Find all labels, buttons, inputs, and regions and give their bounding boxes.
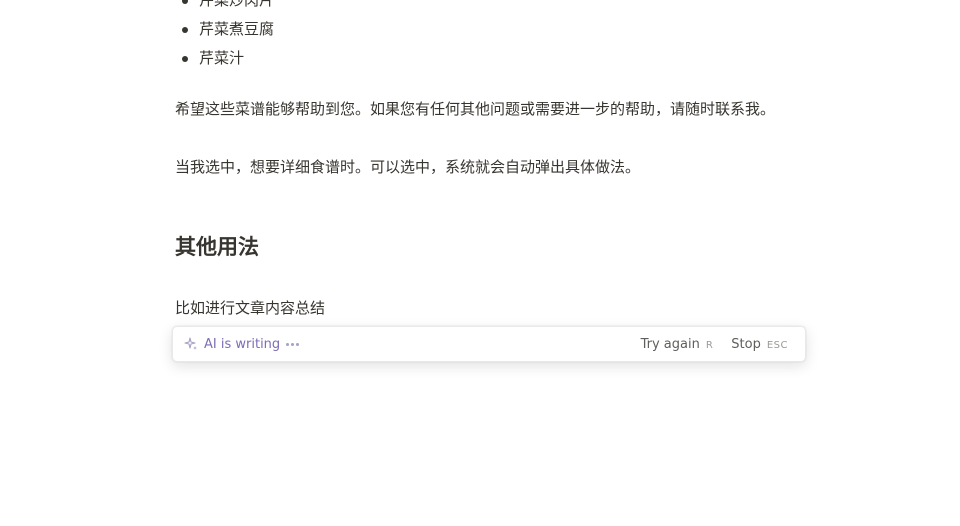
try-again-label: Try again: [640, 336, 700, 352]
paragraph-closing[interactable]: 希望这些菜谱能够帮助到您。如果您有任何其他问题或需要进一步的帮助，请随时联系我。: [175, 98, 775, 120]
list-item[interactable]: 芹菜汁: [175, 44, 274, 73]
ai-writing-bar: AI is writing Try again R Stop ESC: [172, 326, 806, 362]
loading-dots-icon: [286, 342, 300, 346]
ai-status-text: AI is writing: [204, 336, 281, 352]
paragraph-selection-note[interactable]: 当我选中，想要详细食谱时。可以选中，系统就会自动弹出具体做法。: [175, 156, 640, 178]
bullet-dot-icon: [182, 56, 188, 62]
try-again-button[interactable]: Try again R: [641, 337, 714, 352]
bullet-dot-icon: [182, 0, 188, 4]
list-item-text: 芹菜炒肉片: [199, 0, 275, 9]
sparkle-icon: [184, 337, 198, 351]
section-heading[interactable]: 其他用法: [175, 232, 259, 262]
bullet-dot-icon: [182, 27, 188, 33]
list-item-text: 芹菜煮豆腐: [199, 20, 275, 38]
stop-shortcut: ESC: [766, 339, 788, 351]
stop-button[interactable]: Stop ESC: [731, 337, 788, 352]
paragraph-summary-example[interactable]: 比如进行文章内容总结: [175, 297, 325, 319]
try-again-shortcut: R: [705, 339, 714, 351]
list-item-text: 芹菜汁: [199, 49, 245, 67]
list-item[interactable]: 芹菜煮豆腐: [175, 15, 274, 44]
document-page: 芹菜炒肉片 芹菜煮豆腐 芹菜汁 希望这些菜谱能够帮助到您。如果您有任何其他问题或…: [0, 0, 960, 526]
bullet-list: 芹菜炒肉片 芹菜煮豆腐 芹菜汁: [175, 0, 274, 73]
ai-status-group: AI is writing: [173, 337, 641, 352]
stop-label: Stop: [731, 336, 761, 352]
list-item[interactable]: 芹菜炒肉片: [175, 0, 274, 15]
